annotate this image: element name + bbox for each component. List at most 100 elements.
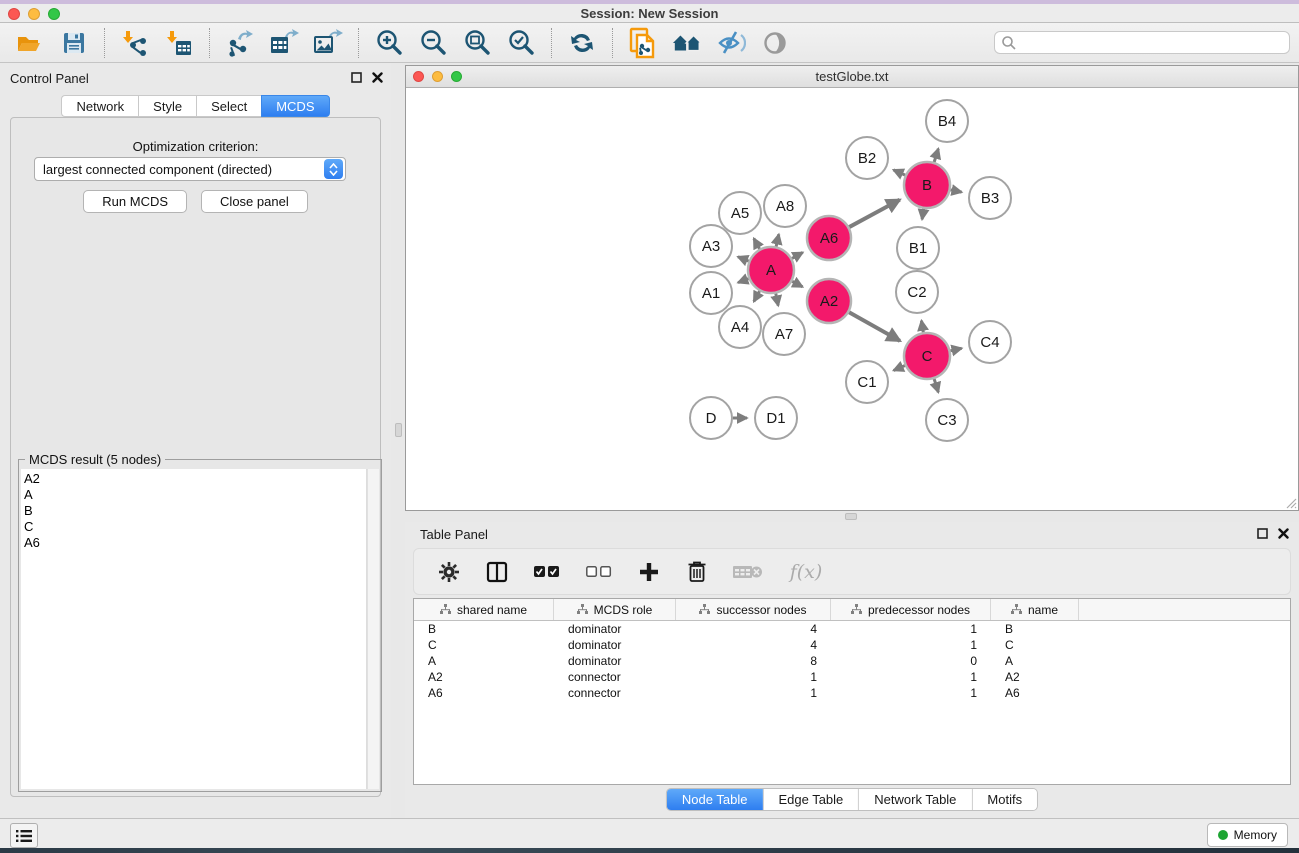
- table-cell[interactable]: 8: [676, 653, 831, 669]
- table-cell[interactable]: dominator: [554, 621, 676, 637]
- table-cell[interactable]: dominator: [554, 637, 676, 653]
- zoom-selected-button[interactable]: [506, 28, 536, 58]
- toggle-panel-button[interactable]: [484, 559, 510, 585]
- search-input[interactable]: [994, 31, 1290, 54]
- show-graphics-details-button[interactable]: [760, 28, 790, 58]
- table-cell[interactable]: 1: [676, 669, 831, 685]
- delete-row-button[interactable]: [684, 559, 710, 585]
- node-A3[interactable]: A3: [690, 225, 732, 267]
- export-image-button[interactable]: [313, 28, 343, 58]
- deselect-all-button[interactable]: [584, 559, 614, 585]
- node-A6[interactable]: A6: [807, 216, 851, 260]
- edge-C-C1[interactable]: [894, 366, 905, 371]
- edge-A-A1[interactable]: [738, 279, 749, 283]
- tab-style[interactable]: Style: [138, 95, 196, 117]
- table-cell[interactable]: connector: [554, 669, 676, 685]
- node-B1[interactable]: B1: [897, 227, 939, 269]
- zoom-out-button[interactable]: [418, 28, 448, 58]
- edge-B-B2[interactable]: [893, 170, 905, 175]
- mcds-result-list[interactable]: A2ABCA6: [21, 469, 367, 789]
- table-cell[interactable]: A6: [414, 685, 554, 701]
- table-cell[interactable]: A6: [991, 685, 1079, 701]
- edge-A-A6[interactable]: [792, 252, 803, 258]
- edge-B-B1[interactable]: [922, 209, 924, 220]
- add-row-button[interactable]: [636, 559, 662, 585]
- result-item[interactable]: B: [24, 503, 366, 519]
- column-header-successor-nodes[interactable]: successor nodes: [676, 599, 831, 620]
- network-canvas[interactable]: AA1A2A3A4A5A6A7A8BB1B2B3B4CC1C2C3C4DD1: [406, 88, 1298, 510]
- edge-B-B4[interactable]: [934, 149, 938, 162]
- import-table-button[interactable]: [164, 28, 194, 58]
- table-row[interactable]: Adominator80A: [414, 653, 1290, 669]
- node-A5[interactable]: A5: [719, 192, 761, 234]
- node-C1[interactable]: C1: [846, 361, 888, 403]
- tab-edge-table[interactable]: Edge Table: [763, 789, 859, 810]
- tab-network[interactable]: Network: [61, 95, 138, 117]
- table-cell[interactable]: 4: [676, 637, 831, 653]
- node-D1[interactable]: D1: [755, 397, 797, 439]
- edge-A6-B[interactable]: [849, 200, 900, 227]
- select-all-button[interactable]: [532, 559, 562, 585]
- node-D[interactable]: D: [690, 397, 732, 439]
- close-panel-icon[interactable]: [1278, 528, 1289, 539]
- node-table[interactable]: shared nameMCDS rolesuccessor nodesprede…: [413, 598, 1291, 785]
- vertical-splitter-handle[interactable]: [395, 423, 402, 437]
- delete-table-button[interactable]: [732, 559, 764, 585]
- table-cell[interactable]: connector: [554, 685, 676, 701]
- node-A7[interactable]: A7: [763, 313, 805, 355]
- table-row[interactable]: Bdominator41B: [414, 621, 1290, 637]
- node-A4[interactable]: A4: [719, 306, 761, 348]
- float-panel-icon[interactable]: [351, 72, 362, 83]
- horizontal-splitter-handle[interactable]: [845, 513, 857, 520]
- tab-node-table[interactable]: Node Table: [667, 789, 764, 810]
- table-cell[interactable]: A: [414, 653, 554, 669]
- edge-B-B3[interactable]: [951, 190, 962, 192]
- table-cell[interactable]: dominator: [554, 653, 676, 669]
- result-item[interactable]: A2: [24, 471, 366, 487]
- node-A[interactable]: A: [748, 247, 794, 293]
- column-settings-button[interactable]: [436, 559, 462, 585]
- tab-network-table[interactable]: Network Table: [859, 789, 972, 810]
- node-B3[interactable]: B3: [969, 177, 1011, 219]
- node-B2[interactable]: B2: [846, 137, 888, 179]
- edge-A-A5[interactable]: [754, 238, 760, 248]
- hide-unhide-button[interactable]: [716, 28, 746, 58]
- column-header-shared-name[interactable]: shared name: [414, 599, 554, 620]
- network-graph[interactable]: AA1A2A3A4A5A6A7A8BB1B2B3B4CC1C2C3C4DD1: [406, 88, 1298, 511]
- export-table-button[interactable]: [269, 28, 299, 58]
- table-cell[interactable]: 4: [676, 621, 831, 637]
- column-header-predecessor-nodes[interactable]: predecessor nodes: [831, 599, 991, 620]
- table-row[interactable]: A6connector11A6: [414, 685, 1290, 701]
- zoom-fit-button[interactable]: [462, 28, 492, 58]
- node-B[interactable]: B: [904, 162, 950, 208]
- task-history-button[interactable]: [10, 823, 38, 848]
- table-cell[interactable]: C: [414, 637, 554, 653]
- copy-network-button[interactable]: [628, 28, 658, 58]
- table-cell[interactable]: 1: [676, 685, 831, 701]
- tab-motifs[interactable]: Motifs: [972, 789, 1037, 810]
- result-item[interactable]: A6: [24, 535, 366, 551]
- column-header-MCDS-role[interactable]: MCDS role: [554, 599, 676, 620]
- edge-A2-C[interactable]: [849, 312, 900, 341]
- edge-C-C4[interactable]: [950, 348, 961, 351]
- edge-A-A2[interactable]: [792, 281, 802, 287]
- table-cell[interactable]: B: [414, 621, 554, 637]
- table-cell[interactable]: A2: [991, 669, 1079, 685]
- function-builder-button[interactable]: f(x): [786, 559, 826, 585]
- float-panel-icon[interactable]: [1257, 528, 1268, 539]
- table-cell[interactable]: 1: [831, 621, 991, 637]
- network-window-titlebar[interactable]: testGlobe.txt: [406, 66, 1298, 88]
- run-mcds-button[interactable]: Run MCDS: [83, 190, 187, 213]
- table-cell[interactable]: 1: [831, 685, 991, 701]
- node-A8[interactable]: A8: [764, 185, 806, 227]
- close-panel-icon[interactable]: [372, 72, 383, 83]
- table-cell[interactable]: C: [991, 637, 1079, 653]
- node-C2[interactable]: C2: [896, 271, 938, 313]
- table-row[interactable]: Cdominator41C: [414, 637, 1290, 653]
- edge-A-A8[interactable]: [776, 234, 779, 246]
- table-cell[interactable]: A2: [414, 669, 554, 685]
- memory-button[interactable]: Memory: [1207, 823, 1288, 847]
- edge-A-A4[interactable]: [754, 291, 760, 301]
- node-C3[interactable]: C3: [926, 399, 968, 441]
- result-item[interactable]: A: [24, 487, 366, 503]
